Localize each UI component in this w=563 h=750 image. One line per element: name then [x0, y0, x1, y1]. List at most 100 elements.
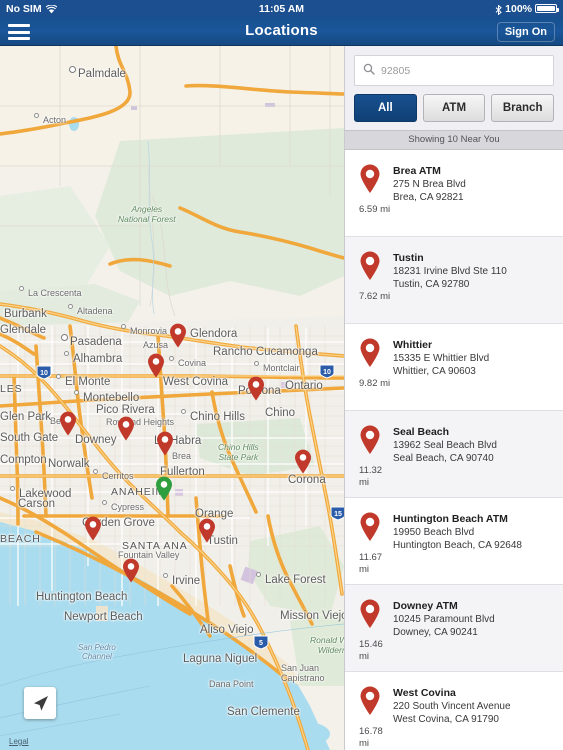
location-list-item[interactable]: Downey ATM 10245 Paramount Blvd Downey, CA… [345, 585, 563, 672]
highway-shield-icon: 5 [252, 635, 270, 655]
status-bar: No SIM 11:05 AM 100% [0, 0, 563, 17]
location-list-item[interactable]: Tustin 18231 Irvine Blvd Ste 110 Tustin, C… [345, 237, 563, 324]
locations-panel: All ATM Branch Showing 10 Near You Brea … [344, 46, 563, 750]
map-city-dot [102, 500, 107, 505]
svg-text:5: 5 [259, 640, 263, 647]
location-distance: 6.59 mi [359, 204, 391, 215]
location-details: Downey ATM 10245 Paramount Blvd Downey, CA… [393, 599, 557, 639]
location-pin-icon [359, 686, 381, 716]
map-pin-location[interactable] [122, 558, 140, 583]
map-city-dot [41, 414, 46, 419]
location-name: Tustin [393, 252, 424, 264]
location-address-line1: 13962 Seal Beach Blvd [393, 440, 497, 451]
location-pin-icon [359, 425, 381, 455]
location-pin-icon [359, 164, 381, 194]
map-view[interactable]: Palmdale Acton Angeles National Forest La Cr… [0, 46, 344, 750]
location-list-item[interactable]: West Covina 220 South Vincent Avenue West … [345, 672, 563, 750]
map-city-dot [34, 113, 39, 118]
map-city-dot [74, 390, 79, 395]
location-details: Seal Beach 13962 Seal Beach Blvd Seal Beac… [393, 425, 557, 465]
map-pin-location[interactable] [294, 449, 312, 474]
locate-arrow-icon[interactable] [24, 687, 56, 719]
location-details: Huntington Beach ATM 19950 Beach Blvd Hunt… [393, 512, 557, 552]
highway-shield-icon: 10 [35, 365, 53, 385]
location-address-line2: West Covina, CA 91790 [393, 714, 499, 725]
filter-atm-button[interactable]: ATM [422, 94, 486, 122]
location-address-line2: Whittier, CA 90603 [393, 366, 476, 377]
map-pin-location[interactable] [147, 353, 165, 378]
map-city-dot [64, 351, 69, 356]
map-city-dot [69, 66, 76, 73]
nav-bar: Locations Sign On [0, 17, 563, 46]
map-city-dot [68, 304, 73, 309]
map-city-dot [10, 486, 15, 491]
map-canvas [0, 46, 344, 750]
svg-text:10: 10 [40, 370, 48, 377]
battery-full-icon [535, 4, 559, 13]
map-city-dot [56, 374, 61, 379]
location-address-line1: 275 N Brea Blvd [393, 179, 466, 190]
location-details: Whittier 15335 E Whittier Blvd Whittier, C… [393, 338, 557, 378]
location-address-line2: Huntington Beach, CA 92648 [393, 540, 522, 551]
location-name: Brea ATM [393, 165, 441, 177]
location-address-line1: 220 South Vincent Avenue [393, 701, 511, 712]
filter-branch-button[interactable]: Branch [491, 94, 555, 122]
filter-segmented-control: All ATM Branch [345, 94, 563, 130]
map-city-dot [254, 361, 259, 366]
location-name: Seal Beach [393, 426, 450, 438]
location-address-line2: Brea, CA 92821 [393, 192, 464, 203]
svg-text:10: 10 [323, 369, 331, 376]
location-details: Brea ATM 275 N Brea Blvd Brea, CA 92821 [393, 164, 557, 204]
status-bar-right: 100% [495, 2, 559, 15]
page-title: Locations [245, 22, 318, 39]
location-list-item[interactable]: Whittier 15335 E Whittier Blvd Whittier, C… [345, 324, 563, 411]
locations-app: No SIM 11:05 AM 100% Locations Sign On P… [0, 0, 563, 750]
map-pin-location[interactable] [117, 416, 135, 441]
search-container [345, 46, 563, 94]
highway-shield-icon: 10 [318, 364, 336, 384]
map-city-dot [121, 324, 126, 329]
search-icon [363, 62, 375, 80]
legal-link[interactable]: Legal [9, 737, 29, 746]
map-pin-location[interactable] [169, 323, 187, 348]
bluetooth-icon [495, 4, 502, 15]
map-city-dot [61, 334, 68, 341]
map-pin-location[interactable] [198, 518, 216, 543]
location-address-line2: Seal Beach, CA 90740 [393, 453, 494, 464]
status-bar-time: 11:05 AM [258, 2, 305, 15]
location-name: Huntington Beach ATM [393, 513, 508, 525]
location-name: Downey ATM [393, 600, 458, 612]
location-list-item[interactable]: Huntington Beach ATM 19950 Beach Blvd Hunt… [345, 498, 563, 585]
location-distance: 11.67 mi [359, 552, 383, 575]
svg-text:15: 15 [334, 511, 342, 518]
location-distance: 16.78 mi [359, 726, 383, 749]
map-city-dot [93, 469, 98, 474]
location-pin-icon [359, 512, 381, 542]
map-pin-current-location[interactable] [155, 476, 173, 501]
locations-list[interactable]: Brea ATM 275 N Brea Blvd Brea, CA 92821 6.5… [345, 150, 563, 750]
search-box[interactable] [354, 55, 554, 86]
map-pin-location[interactable] [59, 411, 77, 436]
location-pin-icon [359, 338, 381, 368]
location-list-item[interactable]: Seal Beach 13962 Seal Beach Blvd Seal Beac… [345, 411, 563, 498]
sign-on-button[interactable]: Sign On [496, 22, 555, 42]
location-list-item[interactable]: Brea ATM 275 N Brea Blvd Brea, CA 92821 6.5… [345, 150, 563, 237]
filter-all-button[interactable]: All [354, 94, 417, 122]
map-pin-location[interactable] [84, 516, 102, 541]
search-input[interactable] [381, 64, 545, 77]
highway-shield-icon: 15 [329, 506, 344, 526]
location-name: West Covina [393, 687, 456, 699]
location-pin-icon [359, 251, 381, 281]
location-address-line2: Tustin, CA 92780 [393, 279, 470, 290]
map-city-dot [19, 286, 24, 291]
battery-percent-label: 100% [505, 2, 532, 15]
map-pin-location[interactable] [247, 376, 265, 401]
map-city-dot [163, 573, 168, 578]
location-address-line1: 19950 Beach Blvd [393, 527, 475, 538]
results-count-label: Showing 10 Near You [345, 130, 563, 150]
map-pin-location[interactable] [156, 431, 174, 456]
location-address-line1: 15335 E Whittier Blvd [393, 353, 490, 364]
location-distance: 9.82 mi [359, 378, 391, 389]
location-name: Whittier [393, 339, 433, 351]
map-city-dot [256, 572, 261, 577]
